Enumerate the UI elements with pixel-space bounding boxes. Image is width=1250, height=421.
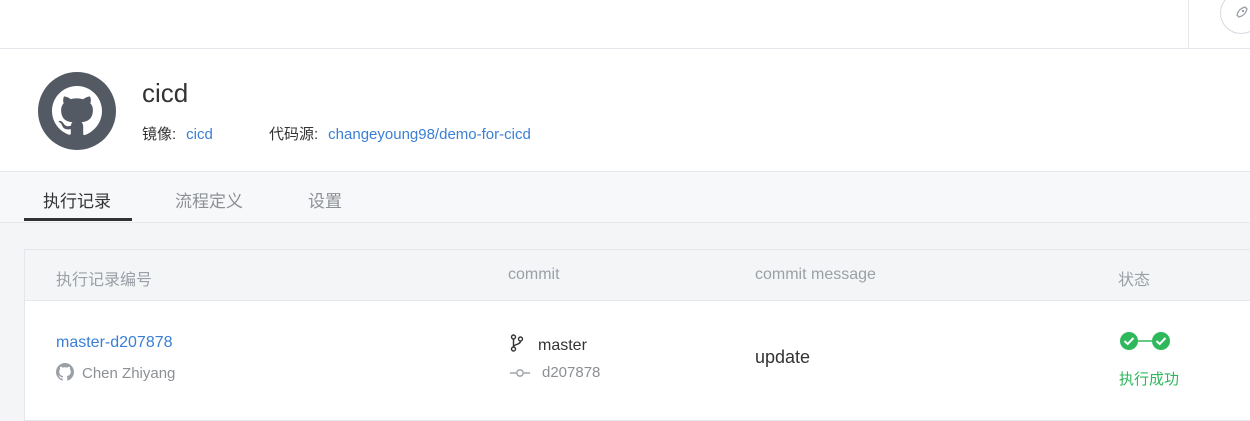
commit-hash: d207878 [542, 364, 601, 381]
commit-cell: d207878 [510, 364, 600, 381]
branch-cell: master [510, 334, 587, 355]
branch-icon [510, 334, 524, 352]
rocket-icon [1236, 6, 1248, 18]
image-meta: 镜像: cicd [142, 123, 213, 144]
github-avatar-icon [38, 72, 116, 150]
stage-success-icons [1120, 332, 1170, 350]
status-text: 执行成功 [1119, 371, 1180, 388]
table-header: 执行记录编号 commit commit message 状态 [25, 250, 1250, 301]
image-label: 镜像: [142, 126, 177, 143]
tab-settings[interactable]: 设置 [308, 187, 342, 212]
source-label: 代码源: [269, 126, 319, 143]
header-run-id: 执行记录编号 [56, 272, 153, 289]
runs-table: 执行记录编号 commit commit message 状态 master-d… [24, 249, 1250, 421]
header-commit: commit [508, 266, 560, 283]
rocket-button[interactable] [1220, 0, 1250, 34]
status-stages [1119, 331, 1173, 356]
source-meta: 代码源: changeyoung98/demo-for-cicd [269, 123, 531, 144]
header-status: 状态 [1118, 272, 1151, 289]
tab-bar: 执行记录 流程定义 设置 [0, 172, 1250, 223]
active-tab-indicator [24, 218, 132, 221]
run-author: Chen Zhiyang [56, 363, 175, 382]
source-link[interactable]: changeyoung98/demo-for-cicd [328, 126, 531, 143]
header-commit-message: commit message [755, 266, 876, 283]
github-icon [56, 363, 74, 381]
commit-message: update [755, 347, 811, 367]
branch-name: master [538, 337, 587, 354]
run-id-link[interactable]: master-d207878 [56, 334, 173, 352]
tab-runs[interactable]: 执行记录 [43, 187, 111, 212]
repo-header: cicd 镜像: cicd 代码源: changeyoung98/demo-for-… [0, 49, 1250, 172]
repo-title: cicd [142, 78, 189, 108]
tab-pipeline[interactable]: 流程定义 [175, 187, 243, 212]
top-bar-divider [1188, 0, 1189, 48]
table-row[interactable]: master-d207878 Chen Zhiyang master d2078… [25, 301, 1250, 411]
image-link[interactable]: cicd [186, 126, 213, 143]
top-bar [0, 0, 1250, 49]
author-name: Chen Zhiyang [82, 365, 176, 382]
commit-icon [510, 369, 530, 377]
